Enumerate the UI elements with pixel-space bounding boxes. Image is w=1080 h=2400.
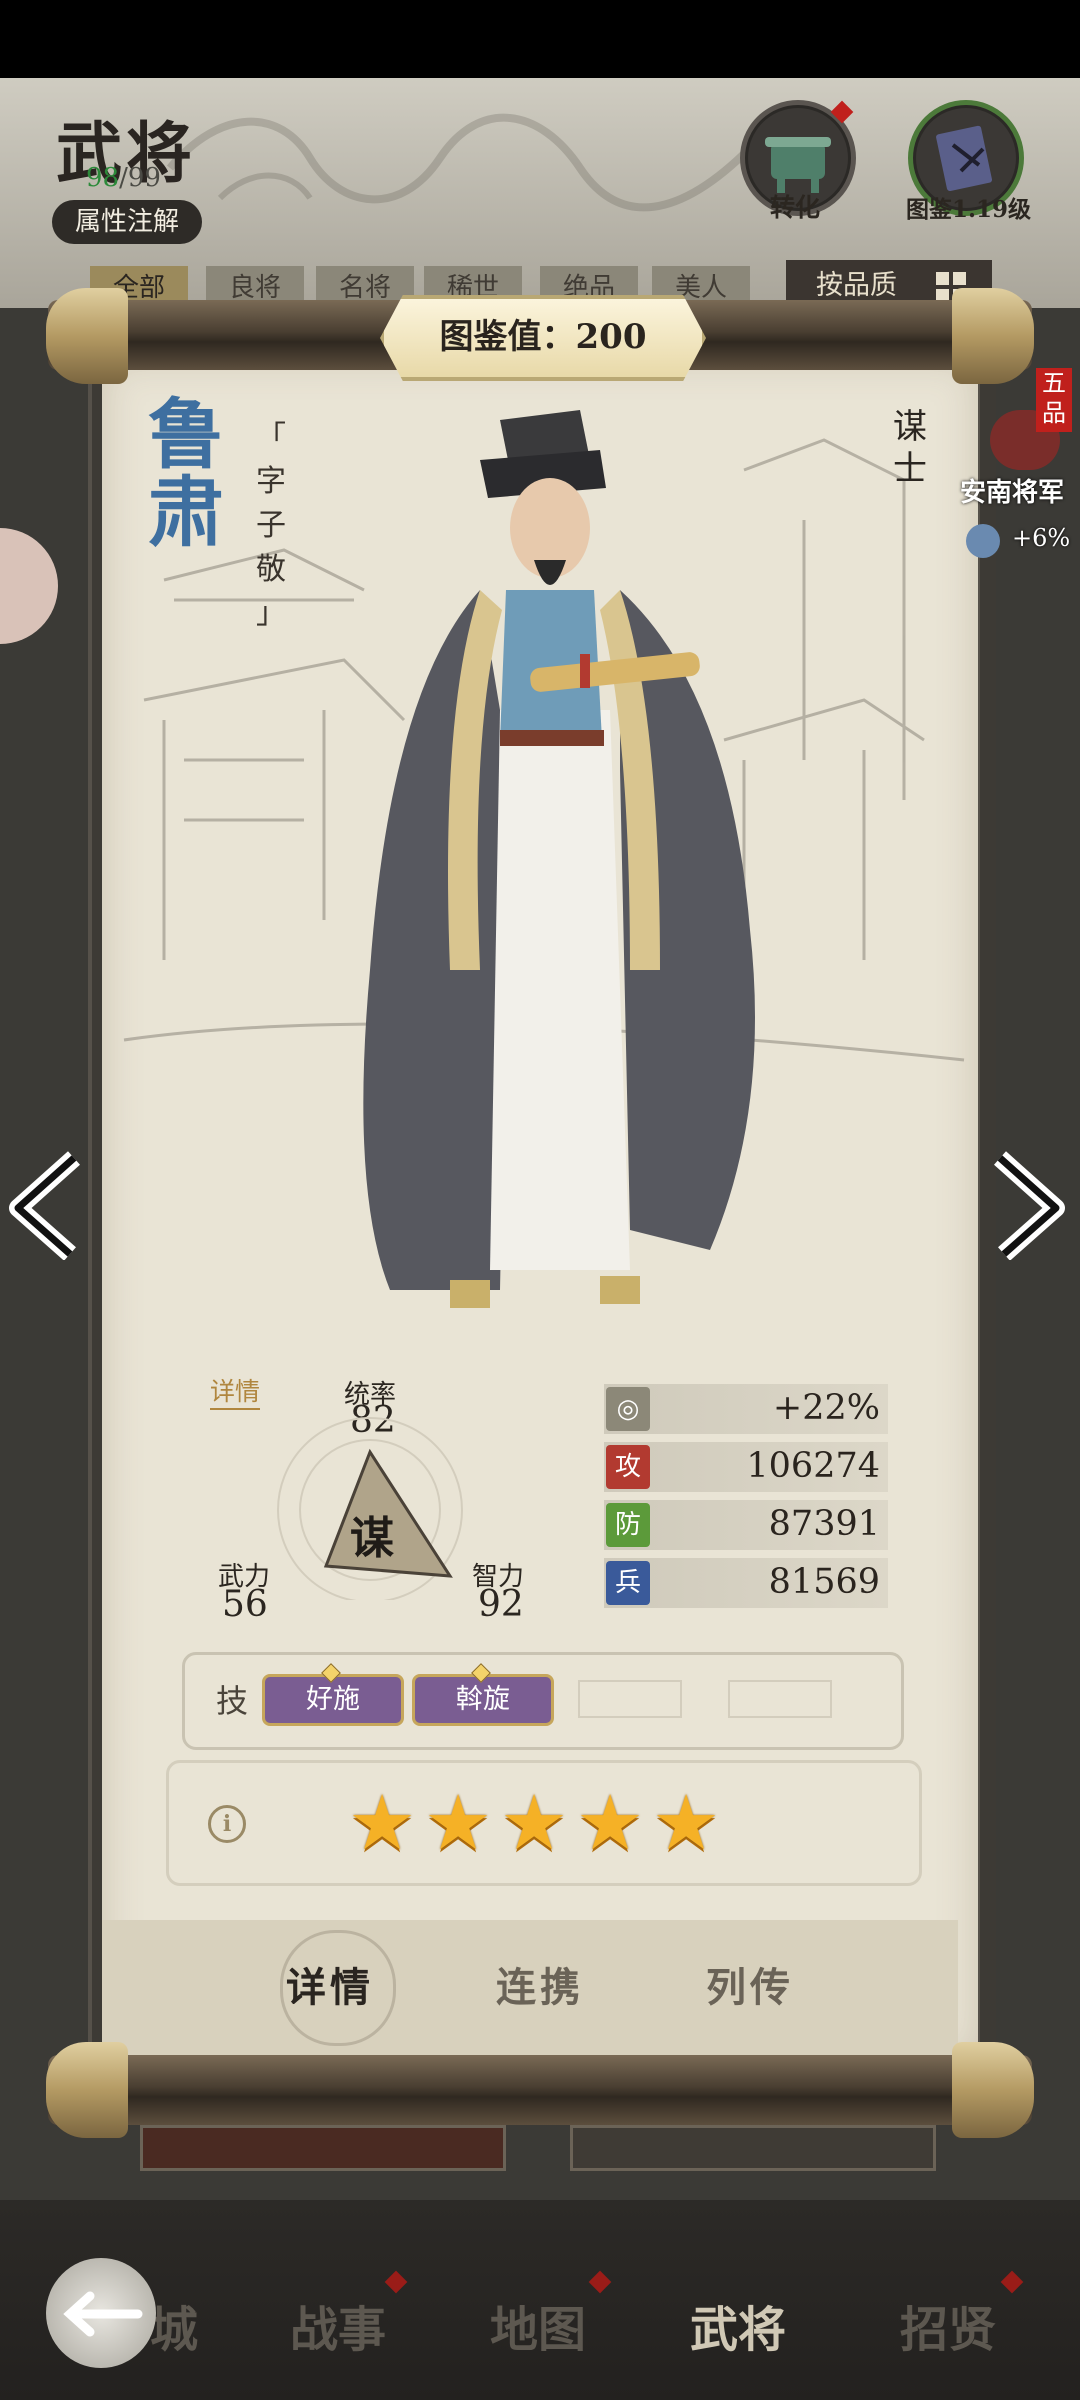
defense-value: 87391: [768, 1504, 880, 1544]
defense-icon: 防: [606, 1503, 650, 1547]
general-portrait: [363, 410, 755, 1308]
attack-value: 106274: [746, 1446, 880, 1486]
scroll-rod-bottom: [48, 2055, 1032, 2125]
rod-cap: [952, 2042, 1034, 2138]
intel-value: 92: [478, 1584, 524, 1625]
tab-biography[interactable]: 列传: [706, 1955, 794, 2013]
card-preview-row: [140, 2125, 940, 2195]
convert-label: 转化: [770, 193, 821, 222]
skill-slot-empty: [578, 1680, 682, 1718]
courtesy-label: 字: [256, 464, 286, 499]
skill-generous[interactable]: 好施: [262, 1674, 404, 1726]
atlas-level-label: 图鉴1.19级: [906, 196, 1032, 223]
general-name: 鲁肃: [148, 390, 224, 557]
cloud-ornament: [166, 113, 753, 212]
count-total: /99: [119, 163, 161, 193]
back-arrow-icon: [63, 2291, 143, 2337]
general-count: 98/99: [86, 163, 161, 193]
courtesy-close: 」: [256, 596, 286, 631]
bonus-value: +22%: [772, 1388, 880, 1428]
star-icon: ★: [576, 1778, 645, 1867]
status-bar: [0, 0, 1080, 78]
info-icon[interactable]: i: [208, 1805, 246, 1843]
rank-badge: 五品: [1036, 368, 1072, 432]
back-button[interactable]: [46, 2258, 156, 2368]
skill-mediate[interactable]: 斡旋: [412, 1674, 554, 1726]
force-value: 56: [222, 1584, 268, 1625]
nav-recruit[interactable]: 招贤: [900, 2290, 996, 2360]
general-role: 谋士: [893, 407, 927, 489]
count-current: 98: [86, 163, 120, 193]
courtesy-open: 「: [256, 420, 286, 455]
courtesy-name: 「 字 子敬 」: [256, 416, 296, 636]
rod-cap: [46, 2042, 128, 2138]
nav-city[interactable]: 城: [150, 2290, 198, 2360]
troops-icon: 兵: [606, 1561, 650, 1605]
skills-label: 技: [216, 1682, 249, 1720]
star-icon: ★: [424, 1778, 493, 1867]
rod-cap: [952, 288, 1034, 384]
bonus-icon: ◎: [606, 1387, 650, 1431]
atlas-value: 图鉴值：200: [380, 295, 706, 381]
attack-icon: 攻: [606, 1445, 650, 1489]
previous-arrow-icon[interactable]: [4, 1150, 84, 1260]
skill-slot-empty: [728, 1680, 832, 1718]
star-icon: ★: [348, 1778, 417, 1867]
next-arrow-icon[interactable]: [990, 1150, 1070, 1260]
side-avatar[interactable]: [0, 528, 58, 644]
buff-icon: [966, 524, 1000, 558]
nav-map[interactable]: 地图: [490, 2290, 586, 2360]
rank-title: 安南将军: [960, 478, 1065, 508]
nav-battle[interactable]: 战事: [290, 2290, 386, 2360]
nav-generals[interactable]: 武将: [690, 2290, 786, 2360]
type-char: 谋: [350, 1513, 394, 1564]
sort-label: 按品质: [816, 270, 897, 301]
star-icon: ★: [652, 1778, 721, 1867]
star-icon: ★: [500, 1778, 569, 1867]
tab-combos[interactable]: 连携: [496, 1955, 584, 2013]
troops-value: 81569: [768, 1562, 880, 1602]
attribute-notes-button[interactable]: 属性注解: [52, 200, 202, 244]
rod-cap: [46, 288, 128, 384]
courtesy-value: 子敬: [256, 508, 286, 587]
rank-buff: +6%: [1012, 524, 1071, 552]
stats-detail-link[interactable]: 详情: [210, 1372, 261, 1410]
tab-details[interactable]: 详情: [286, 1955, 374, 2013]
